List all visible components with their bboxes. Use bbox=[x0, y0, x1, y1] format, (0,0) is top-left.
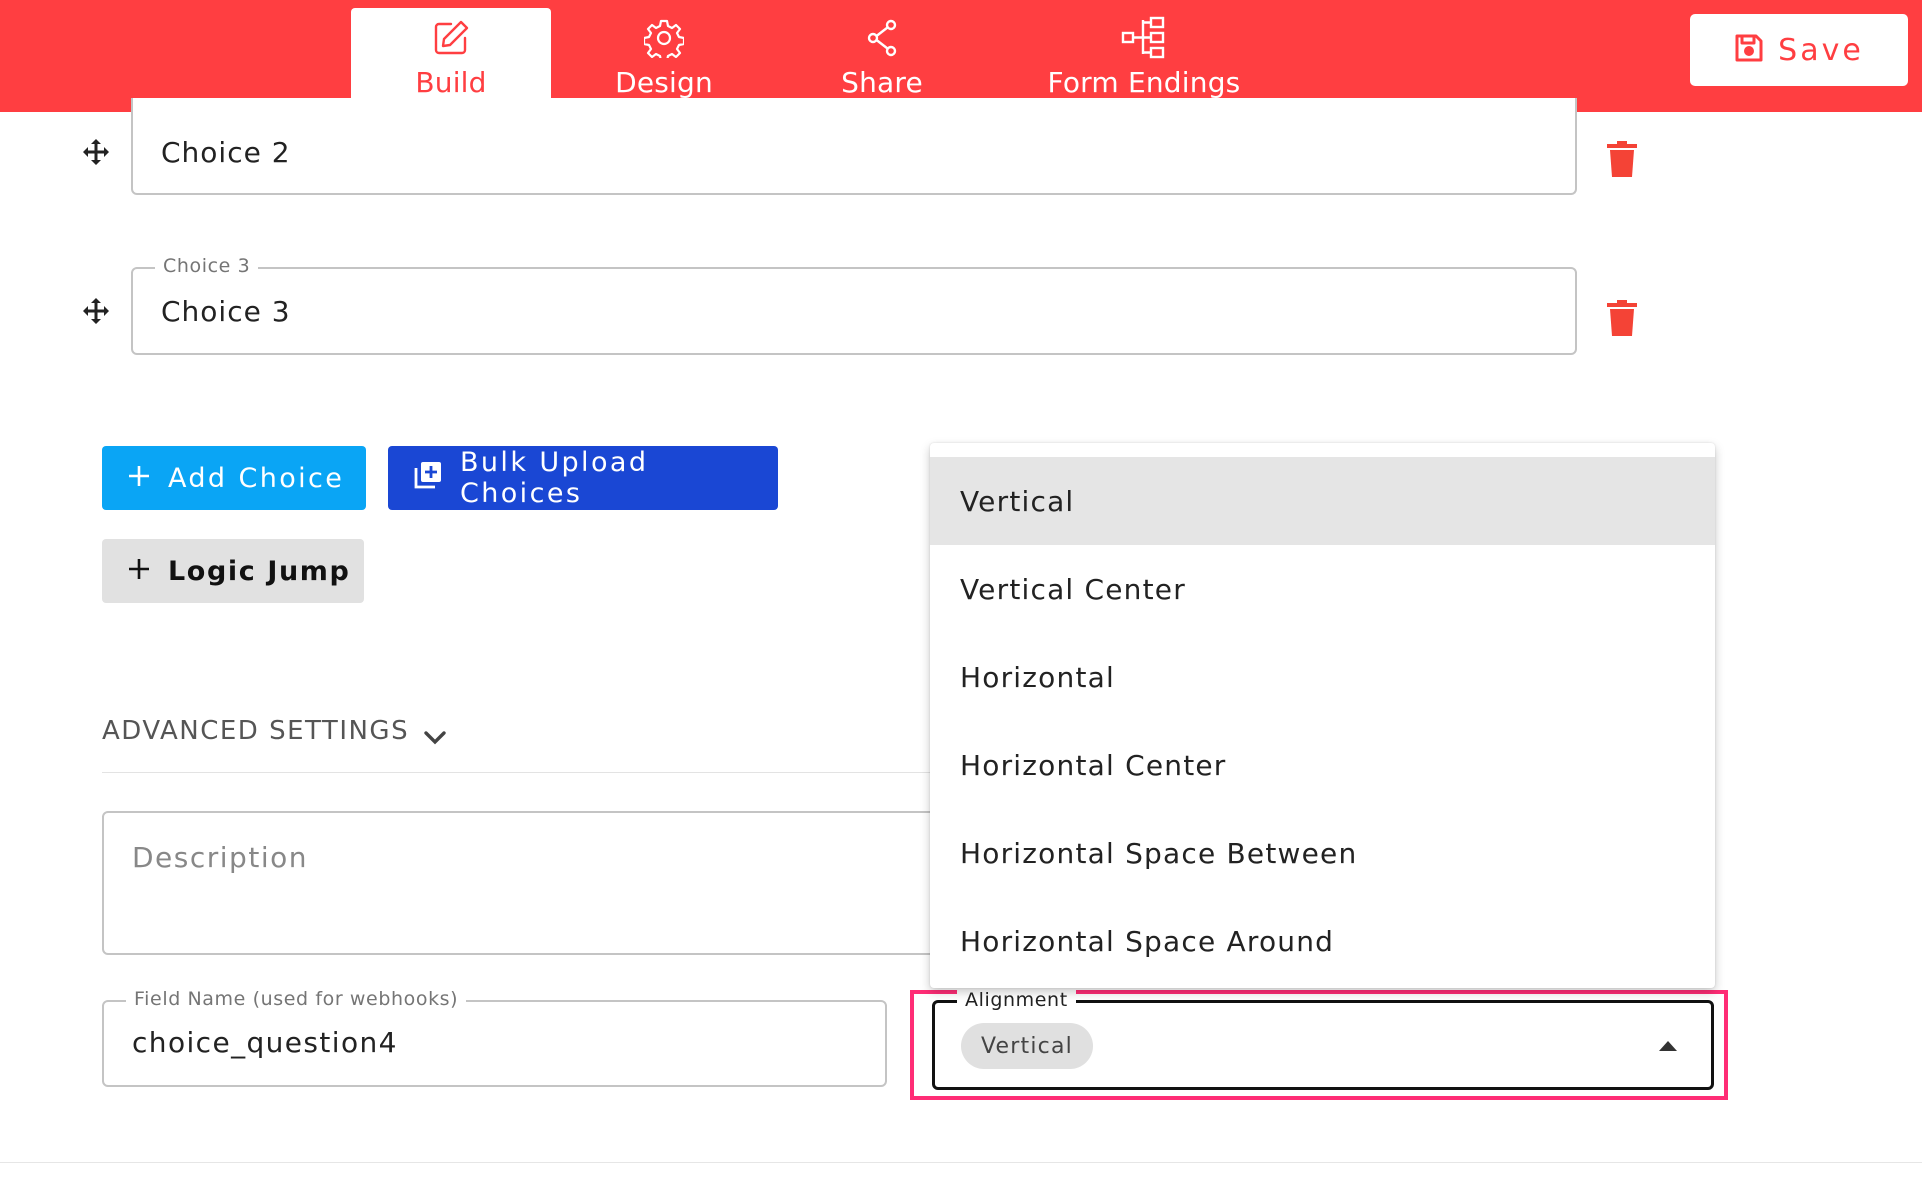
gear-icon bbox=[644, 16, 684, 60]
share-icon bbox=[864, 16, 900, 60]
logic-jump-label: Logic Jump bbox=[168, 555, 351, 587]
plus-icon bbox=[128, 463, 150, 494]
save-button-label: Save bbox=[1778, 32, 1864, 68]
option-horizontal-space-between[interactable]: Horizontal Space Between bbox=[930, 809, 1715, 897]
pencil-square-icon bbox=[431, 16, 471, 60]
logic-jump-button[interactable]: Logic Jump bbox=[102, 539, 364, 603]
option-horizontal[interactable]: Horizontal bbox=[930, 633, 1715, 721]
option-vertical-center[interactable]: Vertical Center bbox=[930, 545, 1715, 633]
choice-2-field[interactable]: Choice 2 bbox=[131, 98, 1577, 195]
choice-2-value: Choice 2 bbox=[161, 136, 291, 169]
tab-design[interactable]: Design bbox=[570, 8, 758, 112]
trash-icon[interactable] bbox=[1607, 141, 1637, 177]
trash-icon[interactable] bbox=[1607, 300, 1637, 336]
tab-share-label: Share bbox=[841, 66, 923, 99]
alignment-selected-chip: Vertical bbox=[961, 1023, 1093, 1069]
add-choice-label: Add Choice bbox=[168, 462, 345, 494]
bottom-divider bbox=[0, 1162, 1922, 1163]
bulk-upload-choices-button[interactable]: Bulk Upload Choices bbox=[388, 446, 778, 510]
floppy-disk-icon bbox=[1734, 33, 1764, 67]
add-choice-button[interactable]: Add Choice bbox=[102, 446, 366, 510]
tab-design-label: Design bbox=[615, 66, 713, 99]
tab-form-endings[interactable]: Form Endings bbox=[1030, 8, 1258, 112]
chevron-down-icon[interactable] bbox=[420, 722, 450, 752]
advanced-settings-toggle[interactable]: ADVANCED SETTINGS bbox=[102, 716, 409, 746]
tab-build[interactable]: Build bbox=[351, 8, 551, 112]
choice-3-field[interactable]: Choice 3 Choice 3 bbox=[131, 255, 1577, 355]
description-placeholder: Description bbox=[132, 841, 308, 874]
option-horizontal-center[interactable]: Horizontal Center bbox=[930, 721, 1715, 809]
choice-3-label: Choice 3 bbox=[155, 255, 259, 277]
alignment-label: Alignment bbox=[957, 989, 1076, 1011]
option-vertical[interactable]: Vertical bbox=[930, 457, 1715, 545]
option-horizontal-space-around[interactable]: Horizontal Space Around bbox=[930, 897, 1715, 985]
alignment-dropdown-menu: Vertical Vertical Center Horizontal Hori… bbox=[930, 443, 1715, 988]
caret-up-icon[interactable] bbox=[1659, 1041, 1677, 1051]
plus-icon bbox=[128, 556, 150, 587]
field-name-input[interactable]: Field Name (used for webhooks) choice_qu… bbox=[102, 988, 887, 1087]
tab-form-endings-label: Form Endings bbox=[1047, 66, 1241, 99]
choice-3-value: Choice 3 bbox=[161, 295, 291, 328]
drag-handle-icon[interactable] bbox=[80, 136, 112, 168]
alignment-select[interactable]: Alignment Vertical bbox=[932, 989, 1714, 1090]
tab-share[interactable]: Share bbox=[788, 8, 976, 112]
save-button[interactable]: Save bbox=[1690, 14, 1908, 86]
field-name-value: choice_question4 bbox=[132, 1026, 398, 1059]
drag-handle-icon[interactable] bbox=[80, 295, 112, 327]
divider bbox=[102, 772, 932, 773]
library-add-icon bbox=[414, 461, 442, 496]
field-name-label: Field Name (used for webhooks) bbox=[126, 988, 467, 1010]
tab-build-label: Build bbox=[415, 66, 487, 99]
bulk-upload-label: Bulk Upload Choices bbox=[460, 447, 649, 509]
top-nav-bar: Build Design Share Form Endings bbox=[0, 0, 1922, 112]
flow-diagram-icon bbox=[1121, 16, 1167, 60]
description-field[interactable]: Description bbox=[102, 811, 942, 955]
